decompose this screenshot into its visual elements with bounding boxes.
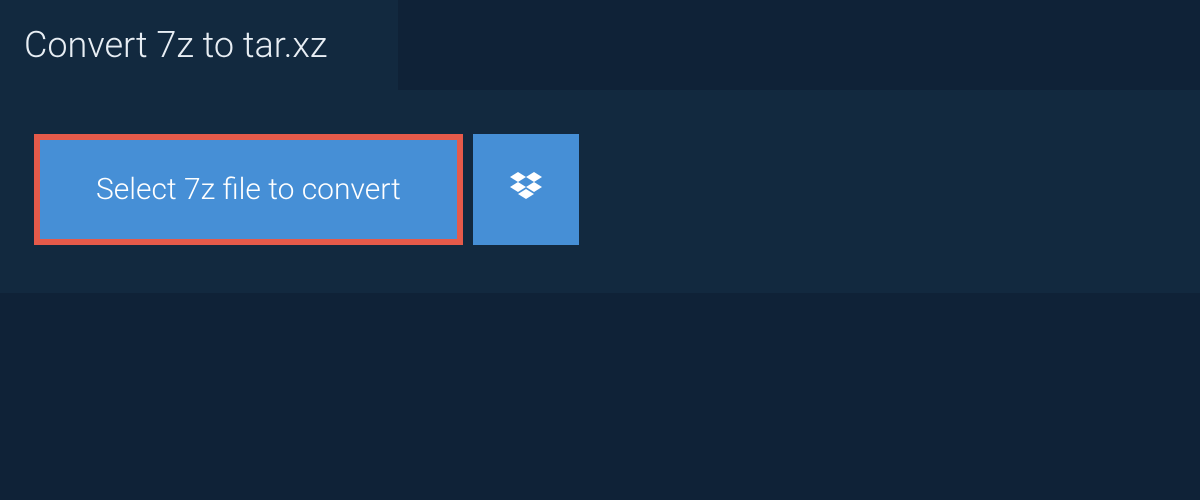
page-title-tab: Convert 7z to tar.xz (0, 0, 398, 90)
footer-space (0, 293, 1200, 493)
select-file-button[interactable]: Select 7z file to convert (34, 134, 463, 245)
select-file-button-label: Select 7z file to convert (96, 172, 401, 207)
button-row: Select 7z file to convert (34, 134, 1166, 245)
dropbox-icon (506, 168, 546, 212)
converter-panel: Select 7z file to convert (0, 90, 1200, 293)
dropbox-button[interactable] (473, 134, 579, 245)
page-title: Convert 7z to tar.xz (24, 24, 327, 66)
